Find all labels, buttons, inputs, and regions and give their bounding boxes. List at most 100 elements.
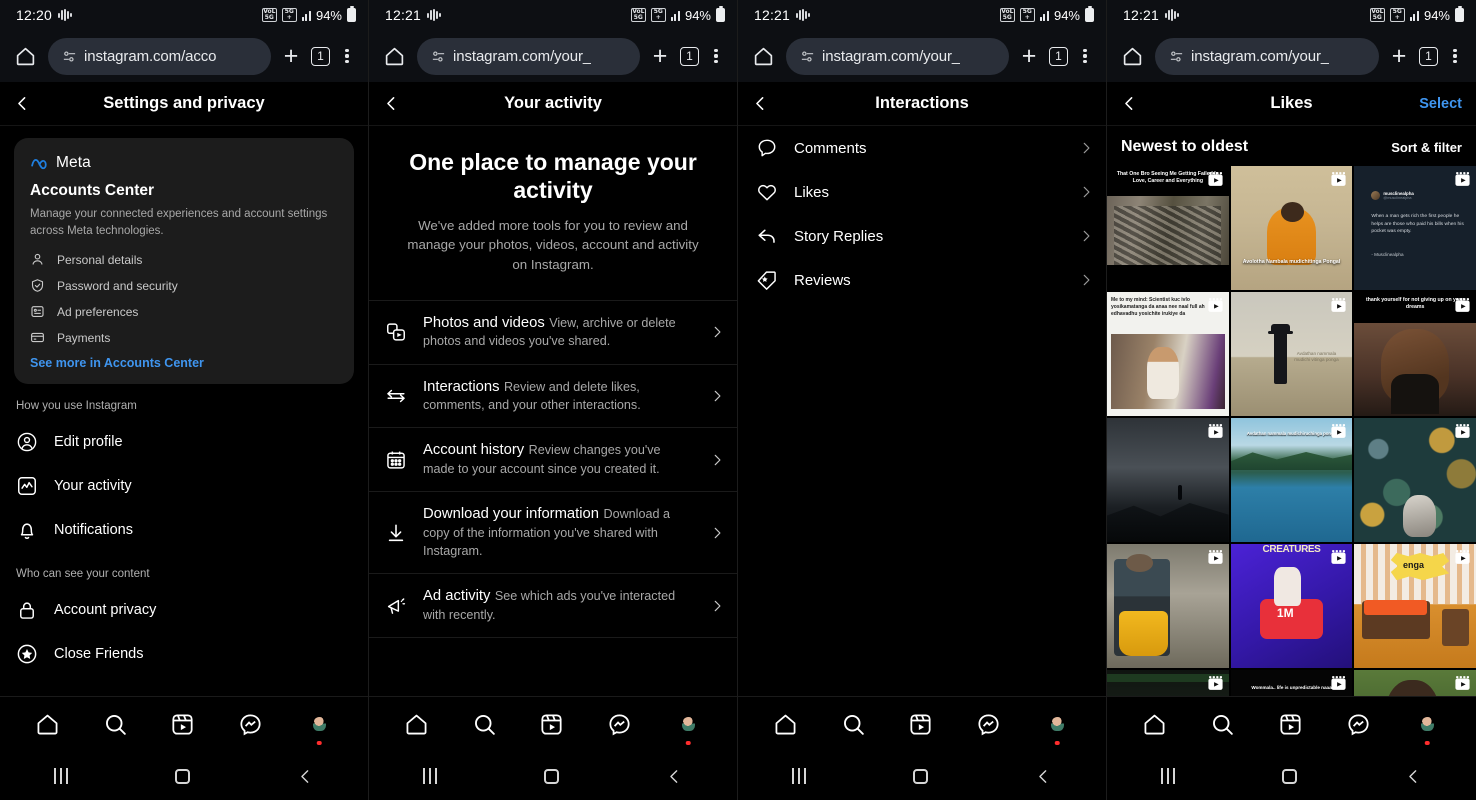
tab-search[interactable]: [103, 712, 128, 737]
tab-search[interactable]: [841, 712, 866, 737]
tab-search[interactable]: [472, 712, 497, 737]
back-chevron-icon[interactable]: [666, 768, 683, 785]
tab-profile[interactable]: [1044, 711, 1071, 745]
home-square-icon[interactable]: [912, 768, 928, 784]
grid-cell[interactable]: CREATURES 1M: [1230, 544, 1353, 669]
tab-messages[interactable]: [976, 712, 1001, 737]
see-more-in-accounts-center-link[interactable]: See more in Accounts Center: [30, 356, 338, 370]
home-icon: [775, 714, 796, 735]
grid-cell[interactable]: [1107, 418, 1229, 543]
tab-home[interactable]: [35, 712, 60, 737]
overflow-menu-icon[interactable]: [338, 48, 356, 64]
back-icon[interactable]: [383, 95, 409, 112]
sidebar-item-account-privacy[interactable]: Account privacy: [0, 588, 368, 632]
accounts-center-item-ad-preferences[interactable]: Ad preferences: [30, 304, 338, 319]
activity-row-photos-and-videos[interactable]: Photos and videos View, archive or delet…: [369, 301, 737, 365]
recents-icon[interactable]: [53, 768, 68, 784]
tab-switcher-icon[interactable]: 1: [311, 46, 330, 66]
activity-scroll[interactable]: One place to manage your activity We've …: [369, 126, 737, 696]
grid-cell[interactable]: Avdathan nammala mudichiruchinga ponga: [1230, 418, 1353, 543]
tab-switcher-icon[interactable]: 1: [1049, 46, 1068, 66]
grid-cell[interactable]: [1354, 670, 1476, 696]
new-tab-icon[interactable]: +: [1017, 43, 1041, 69]
grid-cell[interactable]: enga: [1354, 544, 1476, 669]
tab-reels[interactable]: [170, 712, 195, 737]
new-tab-icon[interactable]: +: [279, 43, 303, 69]
overflow-menu-icon[interactable]: [1076, 48, 1094, 64]
accounts-center-card[interactable]: Meta Accounts Center Manage your connect…: [14, 138, 354, 385]
home-icon[interactable]: [10, 46, 40, 67]
home-square-icon[interactable]: [543, 768, 559, 784]
sidebar-item-your-activity[interactable]: Your activity: [0, 464, 368, 508]
likes-scroll[interactable]: Newest to oldest Sort & filter That One …: [1107, 126, 1476, 696]
tab-reels[interactable]: [908, 712, 933, 737]
tab-home[interactable]: [773, 712, 798, 737]
sidebar-item-notifications[interactable]: Notifications: [0, 508, 368, 552]
interactions-row-story-replies[interactable]: Story Replies: [738, 214, 1106, 258]
sidebar-item-close-friends[interactable]: Close Friends: [0, 632, 368, 676]
photos-videos-icon: [383, 321, 409, 343]
settings-scroll[interactable]: Meta Accounts Center Manage your connect…: [0, 126, 368, 696]
back-icon[interactable]: [14, 95, 40, 112]
new-tab-icon[interactable]: +: [1387, 43, 1411, 69]
tab-home[interactable]: [1142, 712, 1167, 737]
grid-cell[interactable]: [1107, 544, 1229, 669]
overflow-menu-icon[interactable]: [707, 48, 725, 64]
recents-icon[interactable]: [1160, 768, 1175, 784]
home-icon[interactable]: [379, 46, 409, 67]
sort-and-filter-button[interactable]: Sort & filter: [1391, 140, 1462, 155]
reel-icon: [1454, 675, 1471, 692]
new-tab-icon[interactable]: +: [648, 43, 672, 69]
home-square-icon[interactable]: [174, 768, 190, 784]
grid-cell[interactable]: [1107, 670, 1229, 696]
interactions-row-likes[interactable]: Likes: [738, 170, 1106, 214]
back-chevron-icon[interactable]: [1035, 768, 1052, 785]
tab-reels[interactable]: [539, 712, 564, 737]
accounts-center-item-personal-details[interactable]: Personal details: [30, 252, 338, 267]
interactions-row-comments[interactable]: Comments: [738, 126, 1106, 170]
grid-cell[interactable]: Wommala.. life is unpredictable naaa: [1230, 670, 1353, 696]
tab-switcher-icon[interactable]: 1: [680, 46, 699, 66]
recents-icon[interactable]: [791, 768, 806, 784]
tab-messages[interactable]: [1346, 712, 1371, 737]
accounts-center-item-payments[interactable]: Payments: [30, 330, 338, 345]
home-square-icon[interactable]: [1282, 768, 1298, 784]
tab-profile[interactable]: [1414, 711, 1441, 745]
back-icon[interactable]: [1121, 95, 1147, 112]
grid-cell[interactable]: Avdathan nammala mudichi vitinga ponga: [1230, 292, 1353, 417]
home-icon[interactable]: [1117, 46, 1147, 67]
address-bar[interactable]: instagram.com/acco: [48, 37, 271, 75]
tab-messages[interactable]: [238, 712, 263, 737]
tab-messages[interactable]: [607, 712, 632, 737]
select-button[interactable]: Select: [1419, 96, 1462, 112]
back-chevron-icon[interactable]: [297, 768, 314, 785]
back-chevron-icon[interactable]: [1405, 768, 1422, 785]
grid-cell[interactable]: Me to my mind: Scientist kuc ivlo yosika…: [1107, 292, 1229, 417]
tab-reels[interactable]: [1278, 712, 1303, 737]
recents-icon[interactable]: [422, 768, 437, 784]
interactions-row-reviews[interactable]: Reviews: [738, 258, 1106, 302]
grid-cell[interactable]: musclinealpha @musclinealpha When a man …: [1354, 166, 1476, 291]
tab-profile[interactable]: [306, 711, 333, 745]
sidebar-item-edit-profile[interactable]: Edit profile: [0, 420, 368, 464]
grid-cell[interactable]: [1354, 418, 1476, 543]
tab-switcher-icon[interactable]: 1: [1419, 46, 1438, 66]
activity-row-interactions[interactable]: Interactions Review and delete likes, co…: [369, 365, 737, 429]
home-icon[interactable]: [748, 46, 778, 67]
interactions-scroll[interactable]: Comments Likes Story Replies Reviews: [738, 126, 1106, 696]
grid-cell[interactable]: That One Bro Seeing Me Getting Failed In…: [1107, 166, 1229, 291]
overflow-menu-icon[interactable]: [1446, 48, 1464, 64]
address-bar[interactable]: instagram.com/your_: [417, 37, 640, 75]
grid-cell[interactable]: thank yourself for not giving up on your…: [1354, 292, 1476, 417]
grid-cell[interactable]: Avolotha Nambala mudichitinga Pongal: [1230, 166, 1353, 291]
accounts-center-item-password-and-security[interactable]: Password and security: [30, 278, 338, 293]
activity-row-ad-activity[interactable]: Ad activity See which ads you've interac…: [369, 574, 737, 639]
tab-home[interactable]: [404, 712, 429, 737]
activity-row-account-history[interactable]: Account history Review changes you've ma…: [369, 428, 737, 493]
activity-row-download-your-information[interactable]: Download your information Download a cop…: [369, 492, 737, 575]
tab-profile[interactable]: [675, 711, 702, 745]
address-bar[interactable]: instagram.com/your_: [786, 37, 1009, 75]
tab-search[interactable]: [1210, 712, 1235, 737]
back-icon[interactable]: [752, 95, 778, 112]
address-bar[interactable]: instagram.com/your_: [1155, 37, 1379, 75]
